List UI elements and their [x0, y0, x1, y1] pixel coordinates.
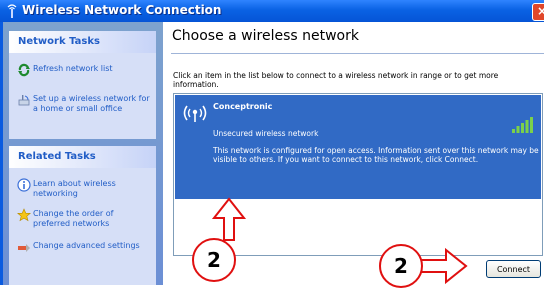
step-callout-right: 2 — [379, 244, 423, 288]
annotation-arrows — [211, 197, 468, 285]
up-arrow-icon — [211, 197, 247, 241]
step-callout-left: 2 — [192, 238, 236, 282]
wireless-window: Wireless Network Connection × Network Ta… — [0, 0, 544, 288]
